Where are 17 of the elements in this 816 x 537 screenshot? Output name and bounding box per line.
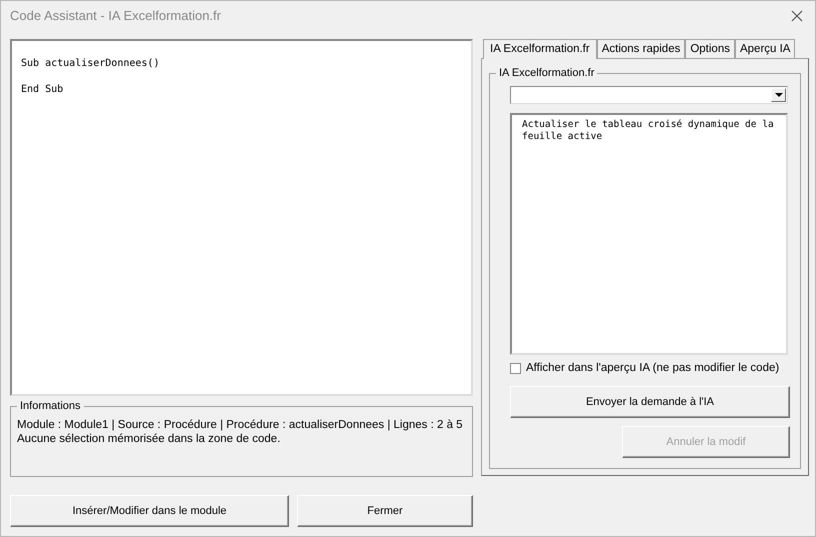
info-text: Aucune sélection mémorisée dans la zone de code. xyxy=(17,432,282,446)
tab[interactable]: Options xyxy=(685,39,735,58)
dropdown-field[interactable] xyxy=(510,86,788,104)
tab[interactable]: Aperçu IA xyxy=(734,39,796,58)
tab[interactable]: Actions rapides xyxy=(596,39,686,58)
action-button[interactable]: Fermer xyxy=(297,495,473,527)
action-button[interactable]: Insérer/Modifier dans le module xyxy=(10,495,289,527)
code-editor[interactable]: Sub actualiserDonnees() End Sub xyxy=(10,39,473,396)
tab[interactable]: IA Excelformation.fr xyxy=(483,39,597,59)
checkbox-label[interactable]: Afficher dans l'aperçu IA (ne pas modifier le code) xyxy=(526,362,780,374)
close-icon[interactable] xyxy=(791,10,803,22)
info-text: Module : Module1 | Source : Procédure | Procédure : actualiserDonnees | Lignes : 2 à 5 xyxy=(17,418,464,432)
window-title: Code Assistant - IA Excelformation.fr xyxy=(10,8,221,23)
checkbox[interactable] xyxy=(510,362,521,374)
action-button[interactable]: Envoyer la demande à l'IA xyxy=(510,386,790,418)
dropdown-arrow-icon xyxy=(774,93,782,97)
prompt-field[interactable]: Actualiser le tableau croisé dynamique de la feuille active xyxy=(510,113,788,355)
